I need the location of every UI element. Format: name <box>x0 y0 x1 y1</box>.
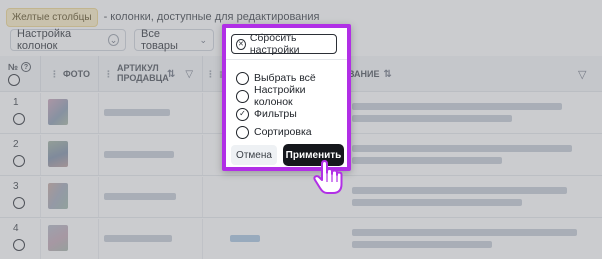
reset-settings-label: Сбросить настройки <box>249 32 300 56</box>
radio-unchecked-icon[interactable] <box>236 89 249 103</box>
close-circle-icon: ✕ <box>236 38 246 50</box>
reset-settings-button[interactable]: ✕ Сбросить настройки <box>231 32 337 56</box>
radio-unchecked-icon[interactable] <box>236 71 249 85</box>
option-columns-settings[interactable]: Настройки колонок <box>236 84 347 108</box>
reset-settings-popup: ✕ Сбросить настройки Выбрать всё Настрой… <box>222 24 351 171</box>
hand-pointer-icon <box>313 160 343 194</box>
cancel-button[interactable]: Отмена <box>231 145 277 165</box>
checkmark-icon[interactable]: ✓ <box>236 107 249 121</box>
option-label: Сортировка <box>254 126 312 138</box>
option-sorting[interactable]: Сортировка <box>236 124 312 140</box>
popup-divider <box>226 59 347 60</box>
option-label: Выбрать всё <box>254 72 316 84</box>
option-label: Фильтры <box>254 108 297 120</box>
radio-unchecked-icon[interactable] <box>236 125 249 139</box>
option-label: Настройки колонок <box>254 84 306 108</box>
option-filters[interactable]: ✓ Фильтры <box>236 106 297 122</box>
